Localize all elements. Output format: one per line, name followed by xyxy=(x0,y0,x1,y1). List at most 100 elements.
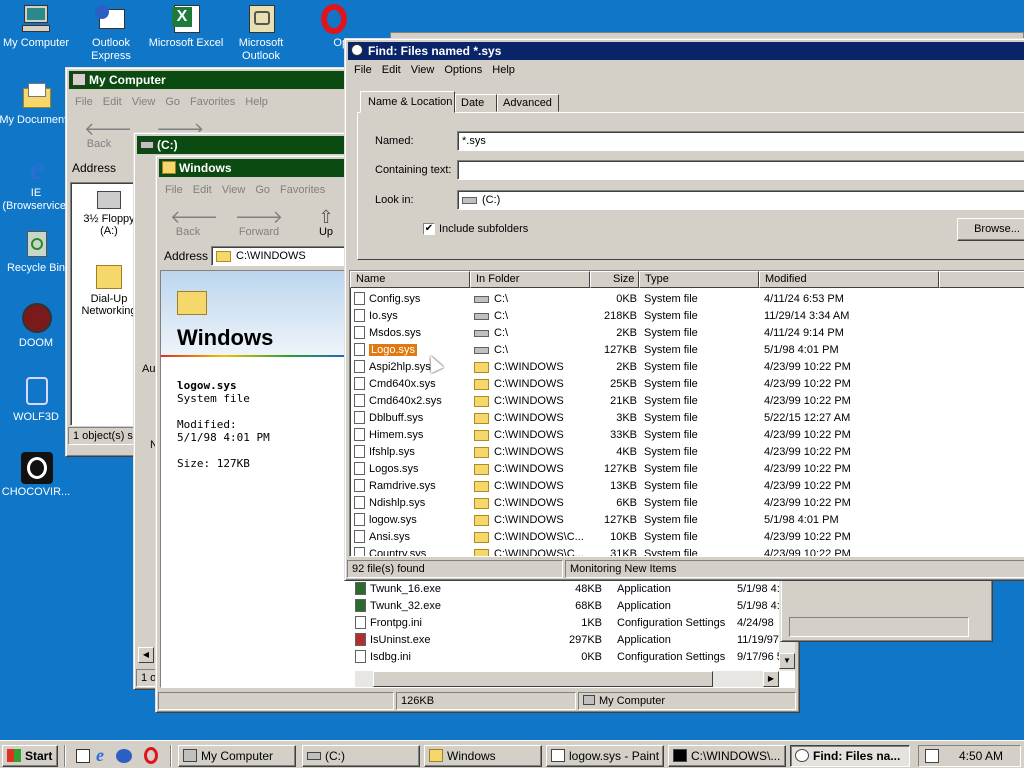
folder-icon xyxy=(474,395,489,407)
menu-go[interactable]: Go xyxy=(255,184,270,196)
column-header-type[interactable]: Type xyxy=(639,271,759,288)
desktop-icon-my-documents[interactable]: My Documents xyxy=(0,80,75,127)
result-row[interactable]: Io.sys C:\ 218KB System file 11/29/14 3:34 A… xyxy=(350,308,1024,325)
column-header-in-folder[interactable]: In Folder xyxy=(470,271,590,288)
browse-button[interactable]: Browse... xyxy=(957,218,1024,241)
file-folder: C:\ xyxy=(494,310,509,322)
list-item[interactable]: Twunk_16.exe 48KB Application 5/1/98 4: xyxy=(355,581,780,598)
task-c-windows[interactable]: C:\WINDOWS\... xyxy=(668,745,786,767)
tab-date[interactable]: Date xyxy=(455,94,497,112)
list-item[interactable]: Twunk_32.exe 68KB Application 5/1/98 4: xyxy=(355,598,780,615)
column-header-modified[interactable]: Modified xyxy=(759,271,939,288)
back-button[interactable]: 🡐 Back xyxy=(170,207,219,238)
menu-favorites[interactable]: Favorites xyxy=(190,96,235,108)
desktop-icon-outlook-express[interactable]: Outlook Express xyxy=(72,3,150,63)
menu-file[interactable]: File xyxy=(354,64,372,76)
result-row[interactable]: logow.sys C:\WINDOWS 127KB System file 5/1/9… xyxy=(350,512,1024,529)
file-folder: C:\WINDOWS xyxy=(494,463,564,475)
result-row[interactable]: Ramdrive.sys C:\WINDOWS 13KB System file 4/2… xyxy=(350,478,1024,495)
back-button[interactable]: 🡐 Back xyxy=(84,120,132,150)
up-button[interactable]: ⇧ Up xyxy=(312,208,340,238)
result-row[interactable]: Aspi2hlp.sys C:\WINDOWS 2KB System file 4/23… xyxy=(350,359,1024,376)
tab-advanced[interactable]: Advanced xyxy=(497,94,559,112)
c-drive-titlebar[interactable]: (C:) xyxy=(137,136,344,154)
scroll-right-button[interactable]: ▶ xyxy=(763,671,779,687)
result-row[interactable]: Ansi.sys C:\WINDOWS\C... 10KB System file 4/… xyxy=(350,529,1024,546)
desktop-icon-doom[interactable]: DOOM xyxy=(0,303,75,350)
list-item[interactable]: Frontpg.ini 1KB Configuration Settings 4… xyxy=(355,615,775,632)
menu-favorites[interactable]: Favorites xyxy=(280,184,325,196)
column-header-name[interactable]: Name xyxy=(350,271,470,288)
opera-quicklaunch-icon[interactable] xyxy=(144,747,158,764)
include-subfolders-checkbox[interactable]: ✔ xyxy=(423,223,435,235)
menu-view[interactable]: View xyxy=(132,96,156,108)
menu-options[interactable]: Options xyxy=(444,64,482,76)
result-row[interactable]: Cmd640x2.sys C:\WINDOWS 21KB System file 4/2… xyxy=(350,393,1024,410)
desktop-icon-recycle-bin[interactable]: Recycle Bin xyxy=(0,228,75,275)
desktop-icon-chocovir[interactable]: CHOCOVIR... xyxy=(0,452,75,499)
forward-button[interactable]: 🡒 Forward xyxy=(234,208,284,238)
outlook-quicklaunch-icon[interactable] xyxy=(116,749,132,763)
menu-edit[interactable]: Edit xyxy=(103,96,122,108)
task-c-drive[interactable]: (C:) xyxy=(302,745,420,767)
menu-view[interactable]: View xyxy=(411,64,435,76)
result-row[interactable]: Himem.sys C:\WINDOWS 33KB System file 4/23/9… xyxy=(350,427,1024,444)
result-row[interactable]: Logo.sys C:\ 127KB System file 5/1/98 4:01 P… xyxy=(350,342,1024,359)
back-arrow-icon: 🡐 xyxy=(170,207,219,227)
task-paint[interactable]: logow.sys - Paint xyxy=(546,745,664,767)
menu-edit[interactable]: Edit xyxy=(382,64,401,76)
result-row[interactable]: Config.sys C:\ 0KB System file 4/11/24 6:53 … xyxy=(350,291,1024,308)
menu-file[interactable]: File xyxy=(165,184,183,196)
look-in-select[interactable]: (C:) xyxy=(457,190,1024,210)
start-button[interactable]: Start xyxy=(2,745,58,767)
result-row[interactable]: Logos.sys C:\WINDOWS 127KB System file 4/23/… xyxy=(350,461,1024,478)
menu-file[interactable]: File xyxy=(75,96,93,108)
task-find[interactable]: Find: Files na... xyxy=(790,745,910,767)
desktop-icon-wolf3d[interactable]: WOLF3D xyxy=(0,377,75,424)
tab-name-location[interactable]: Name & Location xyxy=(360,91,455,113)
find-window[interactable]: Find: Files named *.sys File Edit View Opti… xyxy=(344,38,1024,581)
address-field[interactable]: C:\WINDOWS xyxy=(211,246,351,266)
menu-view[interactable]: View xyxy=(222,184,246,196)
file-folder: C:\WINDOWS xyxy=(494,446,564,458)
menu-go[interactable]: Go xyxy=(165,96,180,108)
list-item[interactable]: IsUninst.exe 297KB Application 11/19/97 xyxy=(355,632,779,649)
file-size: 218KB xyxy=(603,310,637,322)
menu-edit[interactable]: Edit xyxy=(193,184,212,196)
drive-icon xyxy=(474,312,489,320)
back-label: Back xyxy=(175,226,201,238)
result-row[interactable]: Cmd640x.sys C:\WINDOWS 25KB System file 4/23… xyxy=(350,376,1024,393)
desktop-icon-outlook[interactable]: Microsoft Outlook xyxy=(222,3,300,63)
containing-text-input[interactable] xyxy=(457,160,1024,180)
find-titlebar[interactable]: Find: Files named *.sys xyxy=(348,42,1024,60)
scheduler-icon[interactable] xyxy=(925,749,939,763)
desktop-icon-my-computer[interactable]: My Computer xyxy=(0,3,75,50)
find-icon xyxy=(351,44,363,56)
result-row[interactable]: Dblbuff.sys C:\WINDOWS 3KB System file 5/22/… xyxy=(350,410,1024,427)
desktop-icon-ie[interactable]: e IE (Browservice) xyxy=(0,152,75,213)
floppy-drive-item[interactable]: 3½ Floppy (A:) xyxy=(79,191,139,237)
file-type: System file xyxy=(644,327,698,339)
list-item[interactable]: Isdbg.ini 0KB Configuration Settings 9/1… xyxy=(355,649,782,666)
result-row[interactable]: Ifshlp.sys C:\WINDOWS 4KB System file 4/23/9… xyxy=(350,444,1024,461)
result-row[interactable]: Msdos.sys C:\ 2KB System file 4/11/24 9:14 P… xyxy=(350,325,1024,342)
ie-quicklaunch-icon[interactable]: e xyxy=(96,745,104,766)
column-header-size[interactable]: Size xyxy=(590,271,639,288)
named-input[interactable]: *.sys xyxy=(457,131,1024,151)
file-type: System file xyxy=(644,497,698,509)
task-windows[interactable]: Windows xyxy=(424,745,542,767)
show-desktop-icon[interactable] xyxy=(76,749,90,763)
task-my-computer[interactable]: My Computer xyxy=(178,745,296,767)
clock[interactable]: 4:50 AM xyxy=(959,749,1003,763)
opera-icon xyxy=(317,3,349,35)
menu-help[interactable]: Help xyxy=(492,64,515,76)
result-row[interactable]: Country.sys C:\WINDOWS\C... 31KB System fil… xyxy=(350,546,1024,556)
desktop-icon-excel[interactable]: X Microsoft Excel xyxy=(147,3,225,50)
scroll-down-button[interactable]: ▼ xyxy=(779,653,795,669)
scroll-left-button[interactable]: ◀ xyxy=(138,647,154,663)
sys-file-icon xyxy=(354,529,365,543)
my-computer-titlebar[interactable]: My Computer xyxy=(69,71,361,89)
menu-help[interactable]: Help xyxy=(245,96,268,108)
result-row[interactable]: Ndishlp.sys C:\WINDOWS 6KB System file 4/23/… xyxy=(350,495,1024,512)
horizontal-scroll-thumb[interactable] xyxy=(373,671,713,687)
